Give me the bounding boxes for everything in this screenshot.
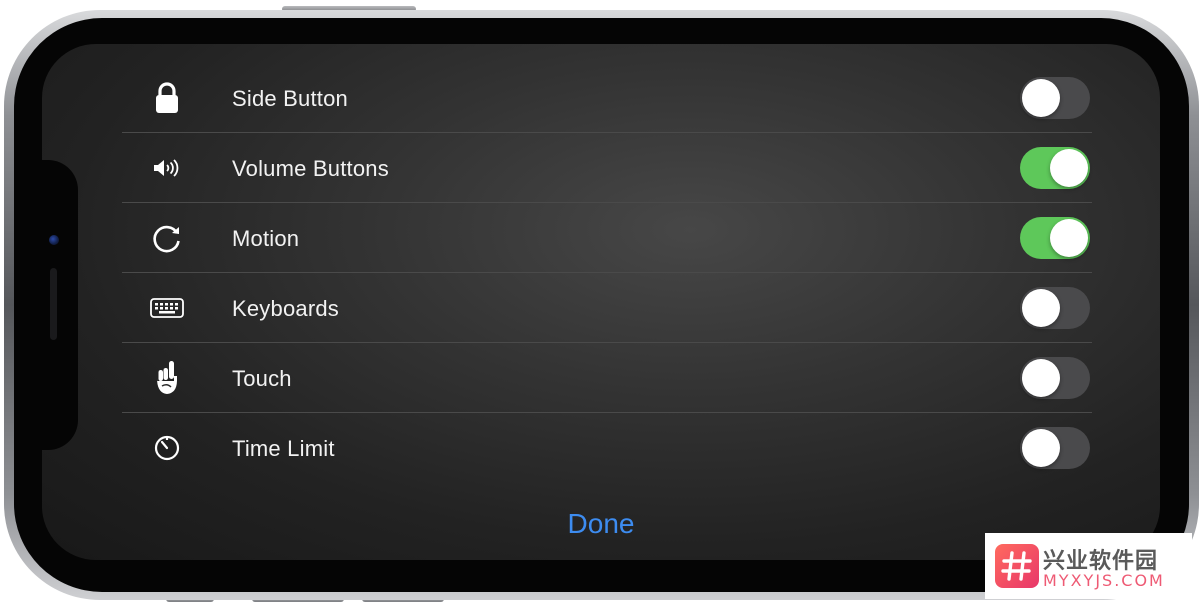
hand-touch-icon [150, 361, 184, 395]
keyboards-toggle[interactable] [1020, 287, 1090, 329]
watermark-url: MYXYJS.COM [1043, 571, 1165, 590]
row-touch: Touch [122, 343, 1092, 413]
row-motion: Motion [122, 203, 1092, 273]
earpiece-speaker [50, 268, 57, 340]
notch [42, 160, 78, 450]
timer-icon [150, 431, 184, 465]
side-button-toggle[interactable] [1020, 77, 1090, 119]
toggle-knob [1022, 79, 1060, 117]
row-time-limit: Time Limit [122, 413, 1092, 483]
toggle-knob [1022, 359, 1060, 397]
toggle-knob [1022, 429, 1060, 467]
row-label: Motion [232, 226, 300, 251]
touch-toggle[interactable] [1020, 357, 1090, 399]
hardware-options-list: Side Button Volume Buttons Motion Keyboa… [122, 63, 1092, 483]
toggle-knob [1022, 289, 1060, 327]
watermark: 兴业软件园 MYXYJS.COM [985, 533, 1192, 599]
rotate-icon [150, 221, 184, 255]
front-camera [49, 235, 59, 245]
toggle-knob [1050, 149, 1088, 187]
time-limit-toggle[interactable] [1020, 427, 1090, 469]
row-label: Time Limit [232, 436, 335, 461]
row-side-button: Side Button [122, 63, 1092, 133]
row-keyboards: Keyboards [122, 273, 1092, 343]
row-label: Volume Buttons [232, 156, 389, 181]
keyboard-icon [150, 291, 184, 325]
screen: Side Button Volume Buttons Motion Keyboa… [42, 44, 1160, 560]
watermark-logo-icon [995, 544, 1039, 588]
motion-toggle[interactable] [1020, 217, 1090, 259]
volume-buttons-toggle[interactable] [1020, 147, 1090, 189]
speaker-volume-icon [150, 151, 184, 185]
toggle-knob [1050, 219, 1088, 257]
lock-icon [150, 81, 184, 115]
row-label: Keyboards [232, 296, 339, 321]
row-volume-buttons: Volume Buttons [122, 133, 1092, 203]
stage: Side Button Volume Buttons Motion Keyboa… [0, 0, 1200, 607]
row-label: Touch [232, 366, 292, 391]
row-label: Side Button [232, 86, 348, 111]
